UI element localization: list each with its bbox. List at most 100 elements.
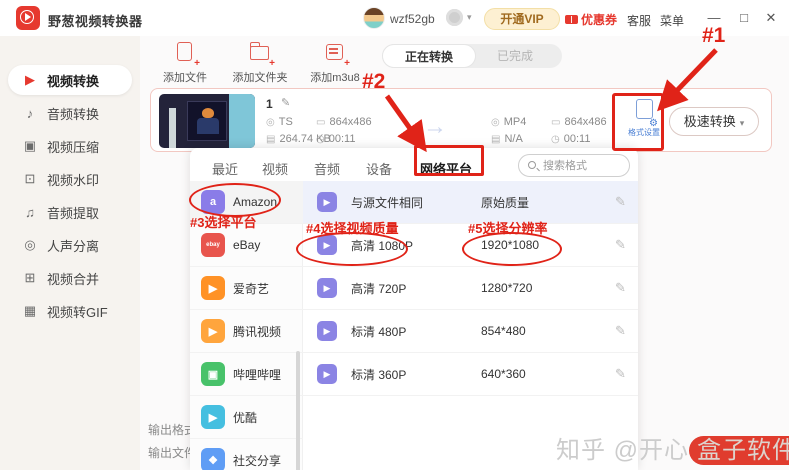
add-file-icon [177, 42, 192, 61]
tencent-video-icon: ▶ [201, 319, 225, 343]
platform-list-scrollbar[interactable] [296, 351, 300, 470]
video-format-icon: ▶ [317, 278, 337, 298]
zhihu-watermark: 知乎 @开心 盒子软件 [556, 430, 789, 465]
rename-pencil-icon[interactable]: ✎ [281, 96, 290, 109]
format-search-box [518, 154, 630, 177]
output-resolution: ▭ 864x486 [551, 116, 607, 128]
output-file-label: 输出文件 [148, 446, 197, 460]
app-title: 野葱视频转换器 [48, 14, 143, 29]
edit-icon[interactable]: ✎ [615, 280, 626, 296]
add-folder-icon [250, 42, 269, 60]
video-compress-icon: ▣ [23, 138, 37, 153]
sidebar-item-vocal-separate[interactable]: ◎ 人声分离 [8, 230, 132, 260]
video-format-icon: ▶ [317, 192, 337, 212]
platform-item-ebay[interactable]: ebay eBay [190, 224, 303, 267]
member-medal-icon[interactable] [446, 9, 463, 26]
vocal-separate-icon: ◎ [24, 237, 36, 252]
sidebar-item-video-merge[interactable]: ⊞ 视频合并 [8, 263, 132, 293]
sidebar-item-audio-convert[interactable]: ♪ 音频转换 [8, 98, 132, 128]
close-button[interactable]: ✕ [762, 10, 780, 26]
panel-tab-recent[interactable]: 最近 [212, 159, 238, 178]
maximize-button[interactable]: □ [735, 10, 753, 25]
edit-icon[interactable]: ✎ [615, 194, 626, 210]
coupon-button[interactable]: 优惠券 [565, 11, 617, 28]
panel-tab-video[interactable]: 视频 [262, 159, 288, 178]
format-item-480p[interactable]: ▶ 标清 480P 854*480 ✎ [303, 310, 638, 353]
source-duration: ◷ 00:11 [316, 133, 356, 145]
ticket-icon [565, 15, 578, 24]
video-thumbnail[interactable] [159, 94, 255, 148]
output-format-label: 输出格式 [148, 423, 197, 437]
add-file-button[interactable]: + 添加文件 [150, 40, 220, 85]
search-input[interactable] [543, 157, 625, 174]
menu-button[interactable]: 菜单 [660, 12, 684, 29]
minimize-button[interactable]: — [705, 10, 723, 25]
platform-item-bilibili[interactable]: ▣ 哔哩哔哩 [190, 353, 303, 396]
username-label: wzf52gb [390, 12, 435, 26]
edit-icon[interactable]: ✎ [615, 366, 626, 382]
format-item-720p[interactable]: ▶ 高清 720P 1280*720 ✎ [303, 267, 638, 310]
app-window: 野葱视频转换器 wzf52gb ▾ 开通VIP 优惠券 客服 菜单 — □ ✕ … [0, 0, 789, 470]
add-m3u8-icon [326, 44, 343, 60]
title-bar: 野葱视频转换器 wzf52gb ▾ 开通VIP 优惠券 客服 菜单 — □ ✕ [0, 0, 789, 36]
file-badge-icon: ▤ [266, 134, 276, 145]
source-format: ◎ TS [266, 116, 293, 128]
format-list: ▶ 与源文件相同 原始质量 ✎ ▶ 高清 1080P 1920*1080 ✎ ▶… [303, 181, 638, 470]
panel-tab-web-platform[interactable]: 网络平台 [420, 159, 472, 178]
format-settings-button[interactable]: ⚙ 格式设置 [622, 99, 666, 145]
convert-status-tabs: 正在转换 已完成 [382, 44, 562, 68]
sidebar-item-video-compress[interactable]: ▣ 视频压缩 [8, 131, 132, 161]
panel-tab-audio[interactable]: 音频 [314, 159, 340, 178]
video-convert-icon: ▶ [25, 72, 35, 87]
tab-converting[interactable]: 正在转换 [382, 44, 476, 68]
audio-extract-icon: ♫ [25, 204, 35, 220]
output-format: ◎ MP4 [491, 116, 527, 128]
customer-service-button[interactable]: 客服 [627, 12, 651, 29]
task-row: 1 ✎ ◎ TS ▭ 864x486 ▤ 264.74 KB ◷ 00:11 → ◎ MP… [150, 88, 772, 152]
platform-item-iqiyi[interactable]: ▶ 爱奇艺 [190, 267, 303, 310]
platform-item-amazon[interactable]: a Amazon [190, 181, 303, 224]
tab-completed[interactable]: 已完成 [468, 44, 562, 68]
video-format-icon: ▶ [317, 321, 337, 341]
format-item-same-as-source[interactable]: ▶ 与源文件相同 原始质量 ✎ [303, 181, 638, 224]
platform-list: a Amazon ebay eBay ▶ 爱奇艺 ▶ 腾讯视频 ▣ 哔哩哔哩 ▶… [190, 181, 303, 470]
iqiyi-icon: ▶ [201, 276, 225, 300]
format-item-1080p[interactable]: ▶ 高清 1080P 1920*1080 ✎ [303, 224, 638, 267]
sidebar-item-video-convert[interactable]: ▶ 视频转换 [8, 65, 132, 95]
platform-item-social-share[interactable]: ❖ 社交分享 [190, 439, 303, 470]
file-badge-icon: ▤ [491, 134, 501, 145]
screen-badge-icon: ▭ [551, 117, 561, 128]
panel-tab-device[interactable]: 设备 [366, 159, 392, 178]
ebay-icon: ebay [201, 233, 225, 257]
add-m3u8-button[interactable]: + 添加m3u8 [300, 40, 370, 85]
screen-badge-icon: ▭ [316, 117, 326, 128]
platform-item-youku[interactable]: ▶ 优酷 [190, 396, 303, 439]
open-vip-button[interactable]: 开通VIP [484, 8, 560, 30]
format-settings-icon [635, 99, 653, 119]
chevron-down-icon[interactable]: ▾ [467, 12, 472, 23]
fast-convert-button[interactable]: 极速转换 ▾ [669, 107, 759, 136]
video-merge-icon: ⊞ [24, 270, 36, 285]
output-size: ▤ N/A [491, 133, 523, 145]
flow-arrow-icon: → [423, 113, 447, 140]
clock-badge-icon: ◷ [551, 134, 560, 145]
sidebar-item-video-to-gif[interactable]: ▦ 视频转GIF [8, 296, 132, 326]
edit-icon[interactable]: ✎ [615, 323, 626, 339]
gear-icon: ⚙ [649, 118, 658, 129]
format-badge-icon: ◎ [491, 117, 500, 128]
sidebar-item-audio-extract[interactable]: ♫ 音频提取 [8, 197, 132, 227]
amazon-icon: a [201, 190, 225, 214]
user-avatar[interactable] [363, 7, 385, 29]
sidebar-item-video-watermark[interactable]: ⊡ 视频水印 [8, 164, 132, 194]
video-to-gif-icon: ▦ [23, 303, 37, 318]
format-item-360p[interactable]: ▶ 标清 360P 640*360 ✎ [303, 353, 638, 396]
youku-icon: ▶ [201, 405, 225, 429]
social-share-icon: ❖ [201, 448, 225, 470]
video-format-icon: ▶ [317, 364, 337, 384]
search-icon [528, 161, 536, 169]
audio-convert-icon: ♪ [26, 105, 34, 121]
edit-icon[interactable]: ✎ [615, 237, 626, 253]
add-folder-button[interactable]: + 添加文件夹 [225, 40, 295, 85]
platform-item-tencent-video[interactable]: ▶ 腾讯视频 [190, 310, 303, 353]
output-duration: ◷ 00:11 [551, 133, 591, 145]
